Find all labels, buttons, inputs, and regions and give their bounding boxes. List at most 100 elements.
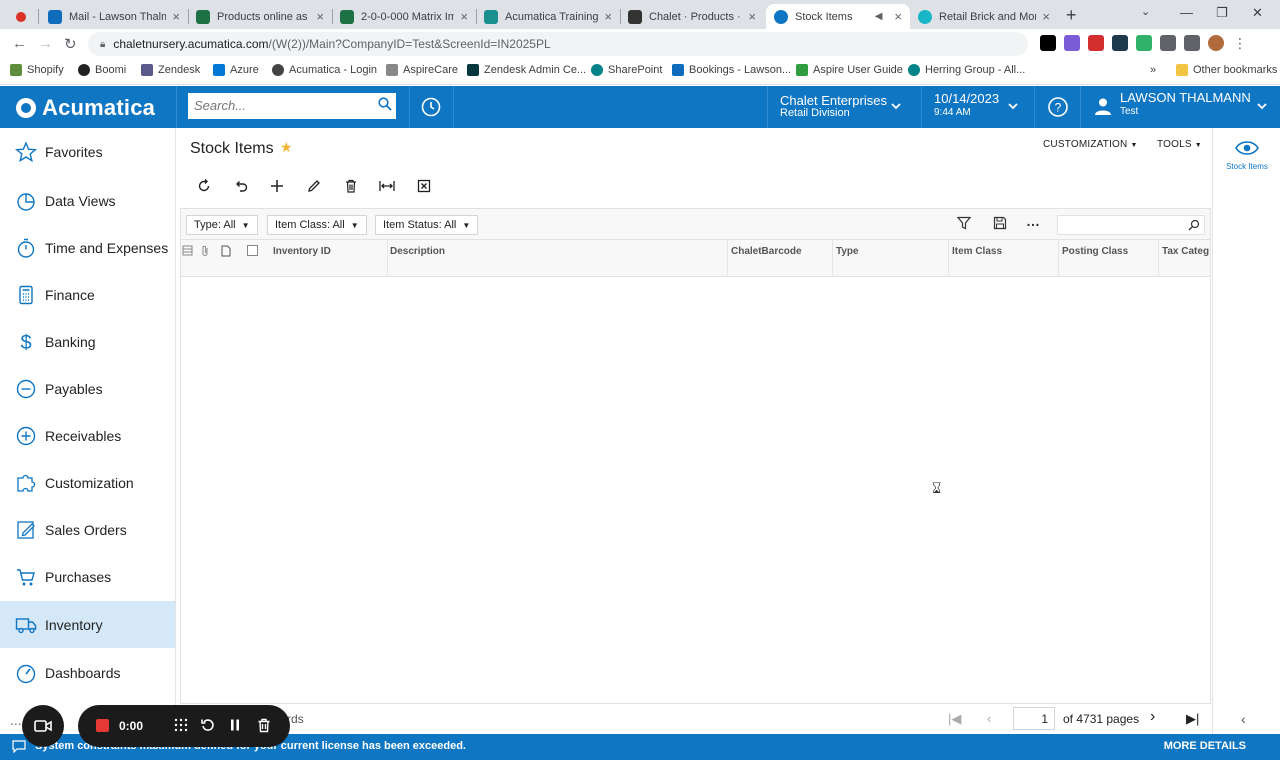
help-icon[interactable]: ? <box>1047 96 1069 118</box>
next-page-icon[interactable]: › <box>1150 708 1155 726</box>
nav-item-data-views[interactable]: Data Views <box>0 177 175 224</box>
search-icon[interactable] <box>1188 219 1200 231</box>
close-tab-icon[interactable]: × <box>894 9 902 24</box>
nav-item-banking[interactable]: $ Banking <box>0 318 175 365</box>
export-excel-icon[interactable] <box>406 175 443 197</box>
chevron-down-icon[interactable] <box>890 100 902 112</box>
recorder-camera-button[interactable] <box>22 705 64 747</box>
more-details-link[interactable]: MORE DETAILS <box>1164 740 1246 752</box>
grid-search-input[interactable] <box>1057 215 1205 235</box>
row-selector-icon[interactable] <box>182 245 193 256</box>
bookmark-aspirecare[interactable]: AspireCare <box>386 64 458 76</box>
pause-icon[interactable] <box>228 718 242 732</box>
reload-icon[interactable]: ↻ <box>64 35 77 53</box>
bookmark-azure[interactable]: Azure <box>213 64 259 76</box>
column-type[interactable]: Type <box>831 240 949 276</box>
more-options-icon[interactable]: … <box>1026 213 1040 229</box>
customization-menu[interactable]: CUSTOMIZATION ▼ <box>1043 139 1138 150</box>
bookmark-shopify[interactable]: Shopify <box>10 64 64 76</box>
last-page-icon[interactable]: ▶| <box>1186 711 1199 727</box>
bookmark-zendesk[interactable]: Zendesk <box>141 64 200 76</box>
column-item-class[interactable]: Item Class <box>947 240 1059 276</box>
collapse-panel-icon[interactable]: ‹ <box>1241 711 1246 727</box>
minimize-icon[interactable]: — <box>1180 5 1193 20</box>
bookmark-acumatica-login[interactable]: Acumatica - Login <box>272 64 377 76</box>
column-chaletbarcode[interactable]: ChaletBarcode <box>726 240 833 276</box>
page-number-input[interactable]: 1 <box>1013 707 1055 730</box>
close-tab-icon[interactable]: × <box>316 9 324 24</box>
nav-item-inventory[interactable]: Inventory <box>0 601 175 648</box>
browser-tab-products[interactable]: Products online as of × <box>188 4 332 29</box>
browser-tab-training[interactable]: Acumatica Training × <box>476 4 620 29</box>
user-menu[interactable]: LAWSON THALMANN Test <box>1120 91 1251 119</box>
filter-item-status[interactable]: Item Status: All ▼ <box>375 215 479 235</box>
nav-item-time-expenses[interactable]: Time and Expenses <box>0 224 175 271</box>
nav-item-dashboards[interactable]: Dashboards <box>0 649 175 696</box>
column-inventory-id[interactable]: Inventory ID <box>268 240 388 276</box>
url-field[interactable]: 🔒︎ chaletnursery.acumatica.com/(W(2))/Ma… <box>88 32 1028 56</box>
column-posting-class[interactable]: Posting Class <box>1057 240 1159 276</box>
bookmark-bookings[interactable]: Bookings - Lawson... <box>672 64 791 76</box>
bookmarks-overflow-icon[interactable]: » <box>1150 64 1156 76</box>
attachment-icon[interactable] <box>200 245 210 257</box>
restart-icon[interactable] <box>201 718 215 732</box>
bookmark-herring-group[interactable]: Herring Group - All... <box>908 64 1025 76</box>
chevron-down-icon[interactable] <box>1007 100 1019 112</box>
grid-dots-icon[interactable] <box>174 718 188 732</box>
browser-tab-mail[interactable]: Mail - Lawson Thalmann× <box>40 4 188 29</box>
note-icon[interactable] <box>221 245 231 257</box>
bookmark-sharepoint[interactable]: SharePoint <box>591 64 662 76</box>
filter-type[interactable]: Type: All ▼ <box>186 215 258 235</box>
nav-item-finance[interactable]: Finance <box>0 271 175 318</box>
browser-tab-recording[interactable] <box>8 4 42 29</box>
fit-columns-icon[interactable] <box>369 175 406 197</box>
refresh-icon[interactable] <box>186 175 223 197</box>
extension-icon[interactable] <box>1088 35 1104 51</box>
search-input[interactable]: Search... <box>188 93 396 119</box>
tab-search-icon[interactable]: ⌄ <box>1141 5 1150 18</box>
browser-tab-retail[interactable]: Retail Brick and Mortar× <box>910 4 1058 29</box>
extension-icon[interactable] <box>1040 35 1056 51</box>
forward-icon[interactable]: → <box>38 35 53 52</box>
browser-tab-chalet-products[interactable]: Chalet · Products · Brick× <box>620 4 764 29</box>
undo-icon[interactable] <box>223 175 260 197</box>
new-tab-button[interactable]: + <box>1066 5 1077 26</box>
user-icon[interactable] <box>1094 97 1112 115</box>
favorite-star-icon[interactable]: ★ <box>280 139 293 156</box>
add-icon[interactable] <box>259 175 296 197</box>
close-tab-icon[interactable]: × <box>748 9 756 24</box>
browser-tab-stock-items[interactable]: Stock Items ◀︎ × <box>766 4 910 29</box>
nav-item-payables[interactable]: Payables <box>0 365 175 412</box>
tools-menu[interactable]: TOOLS ▼ <box>1157 139 1202 150</box>
trash-icon[interactable] <box>257 718 271 733</box>
right-panel-label[interactable]: Stock Items <box>1213 162 1280 171</box>
edit-icon[interactable] <box>296 175 333 197</box>
close-tab-icon[interactable]: × <box>1042 9 1050 24</box>
more-menu-icon[interactable]: ⋮ <box>1232 35 1248 51</box>
extension-icon[interactable] <box>1112 35 1128 51</box>
close-tab-icon[interactable]: × <box>172 9 180 24</box>
close-tab-icon[interactable]: × <box>604 9 612 24</box>
business-date-selector[interactable]: 10/14/2023 9:44 AM <box>934 92 999 120</box>
extension-icon[interactable] <box>1136 35 1152 51</box>
close-tab-icon[interactable]: × <box>460 9 468 24</box>
close-window-icon[interactable]: ✕ <box>1252 5 1263 21</box>
profile-avatar[interactable] <box>1208 35 1224 51</box>
filter-icon[interactable] <box>957 216 971 230</box>
prev-page-icon[interactable]: ‹ <box>987 711 991 726</box>
extension-icon[interactable] <box>1064 35 1080 51</box>
bookmark-other[interactable]: Other bookmarks <box>1176 64 1277 76</box>
nav-item-favorites[interactable]: Favorites <box>0 128 175 175</box>
company-selector[interactable]: Chalet Enterprises Retail Division <box>780 94 887 120</box>
column-description[interactable]: Description <box>385 240 728 276</box>
puzzle-icon[interactable] <box>1160 35 1176 51</box>
acumatica-logo[interactable]: Acumatica <box>16 95 155 121</box>
nav-item-purchases[interactable]: Purchases <box>0 553 175 600</box>
back-icon[interactable]: ← <box>12 35 27 52</box>
nav-item-customization[interactable]: Customization <box>0 459 175 506</box>
first-page-icon[interactable]: |◀ <box>948 711 961 727</box>
save-filter-icon[interactable] <box>993 216 1007 230</box>
bookmark-aspire-user-guide[interactable]: Aspire User Guide <box>796 64 903 76</box>
nav-item-receivables[interactable]: Receivables <box>0 412 175 459</box>
select-all-checkbox[interactable] <box>247 245 258 256</box>
